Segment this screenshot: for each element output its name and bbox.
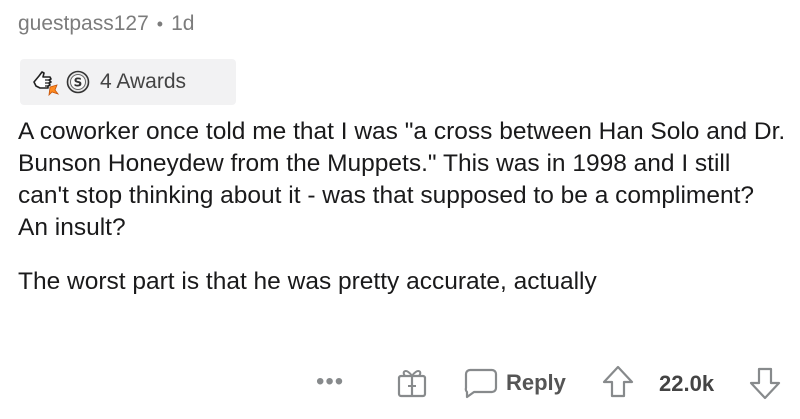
reply-label: Reply <box>506 370 566 395</box>
give-award-button[interactable] <box>395 366 429 405</box>
comment-paragraph: A coworker once told me that I was "a cr… <box>18 118 786 241</box>
svg-text:S: S <box>74 76 83 90</box>
silver-award-icon: S <box>66 70 90 94</box>
comment-age: 1d <box>171 12 195 35</box>
comment: guestpass127 • 1d S 4 Awards A coworker … <box>0 0 800 419</box>
speech-bubble-icon <box>464 368 498 399</box>
reply-button[interactable]: Reply <box>462 366 566 400</box>
comment-actions: ••• Reply 22.0k <box>0 362 800 406</box>
comment-body: A coworker once told me that I was "a cr… <box>18 116 788 298</box>
upvote-arrow-icon <box>602 365 634 398</box>
awards-bar[interactable]: S 4 Awards <box>20 59 236 105</box>
author-username[interactable]: guestpass127 <box>18 12 149 36</box>
more-options-button[interactable]: ••• <box>316 368 344 396</box>
downvote-arrow-icon <box>749 367 781 400</box>
comment-meta: guestpass127 • 1d <box>18 12 194 36</box>
comment-paragraph: The worst part is that he was pretty acc… <box>18 268 597 295</box>
upvote-button[interactable] <box>601 364 635 405</box>
helpful-hand-icon <box>30 68 60 96</box>
awards-count-label: 4 Awards <box>100 70 186 93</box>
vote-score: 22.0k <box>659 371 715 396</box>
gift-icon <box>397 370 427 398</box>
meta-separator: • <box>156 13 164 34</box>
downvote-button[interactable] <box>748 365 782 406</box>
